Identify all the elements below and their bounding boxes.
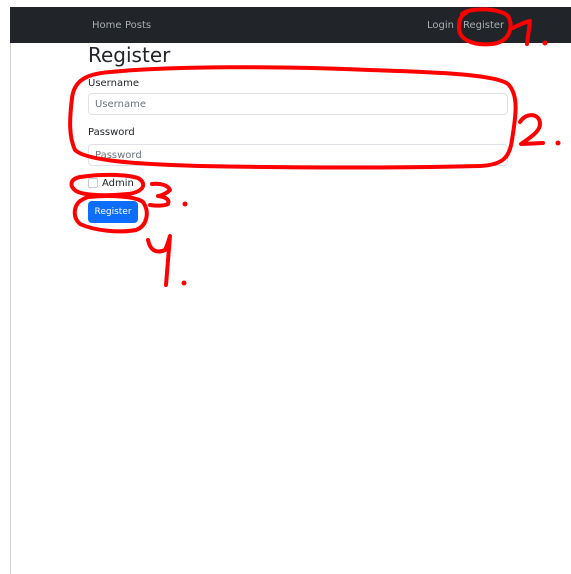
admin-checkbox-label: Admin — [102, 178, 134, 189]
admin-checkbox-row[interactable]: Admin — [88, 178, 134, 190]
nav-link-posts[interactable]: Posts — [125, 20, 151, 32]
annotation-dot-3 — [182, 201, 188, 207]
username-input[interactable] — [88, 93, 508, 115]
password-label: Password — [88, 127, 135, 138]
annotation-number-4 — [146, 234, 172, 287]
red-annotation-overlay — [68, 7, 561, 287]
nav-link-login[interactable]: Login — [427, 20, 454, 32]
nav-link-home[interactable]: Home — [92, 20, 122, 32]
password-input[interactable] — [88, 144, 508, 166]
annotation-dot-4 — [181, 280, 187, 286]
annotation-number-3 — [148, 181, 172, 208]
annotation-dot-2 — [555, 140, 561, 146]
annotation-number-2 — [518, 113, 545, 146]
page-left-border — [10, 7, 11, 574]
navbar: Home Posts Login Register — [10, 7, 571, 43]
page-title: Register — [88, 43, 171, 67]
username-label: Username — [88, 78, 139, 89]
register-submit-button[interactable]: Register — [88, 201, 138, 223]
admin-checkbox[interactable] — [88, 178, 98, 188]
nav-link-register[interactable]: Register — [463, 20, 504, 32]
page: Home Posts Login Register Register Usern… — [0, 0, 571, 574]
